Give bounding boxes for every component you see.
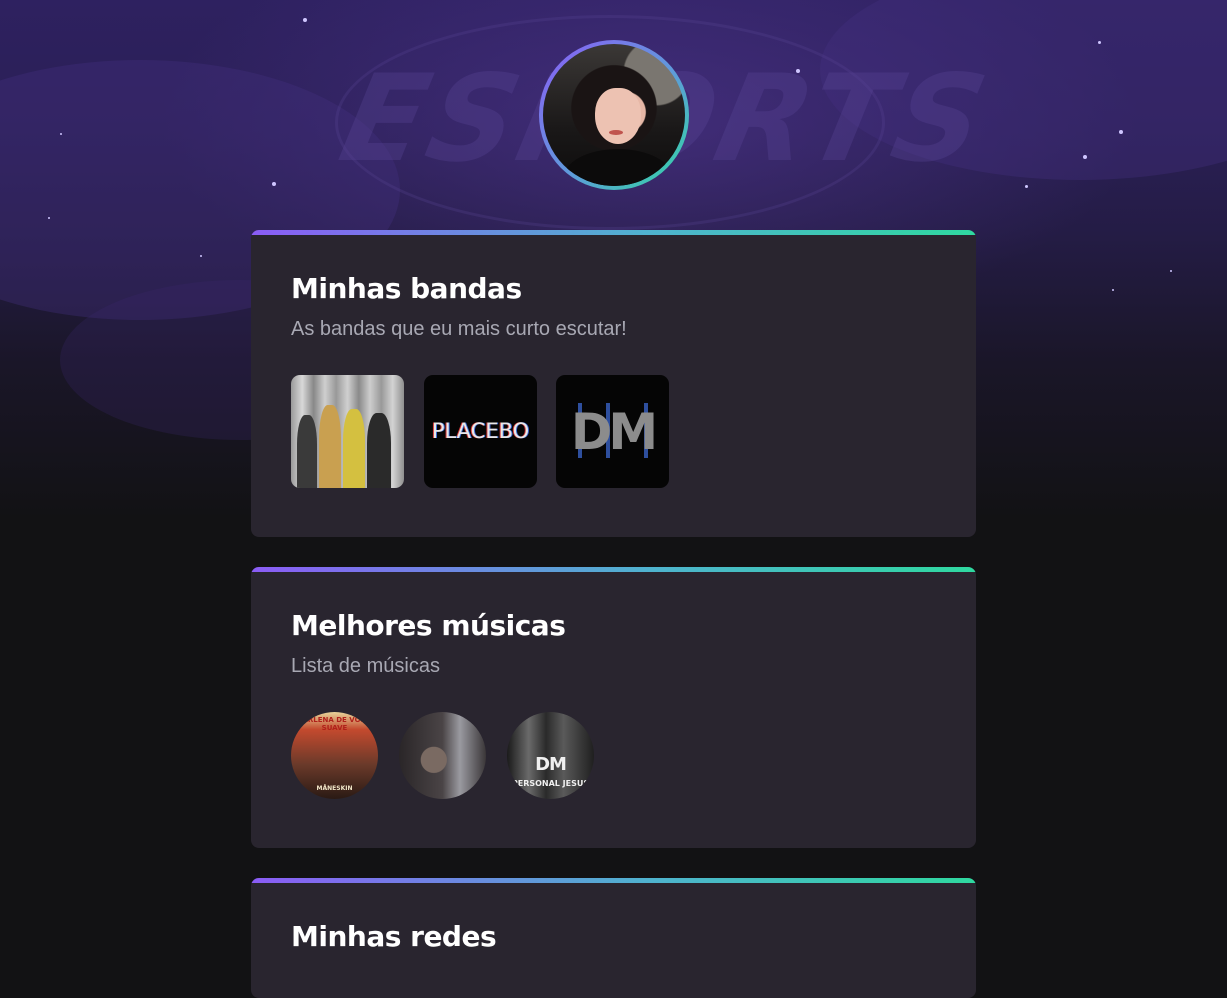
placebo-song-cover[interactable] [399,712,486,799]
placebo-logo-text: PLACEBO [431,419,530,443]
song-cover-caption: PERSONAL JESUS [511,779,590,788]
star [1098,41,1101,44]
avatar-face [595,88,641,144]
band-member [343,409,365,488]
placebo-logo[interactable]: PLACEBO [424,375,537,488]
star [303,18,307,22]
star [272,182,276,186]
social-card: Minhas redes [251,878,976,998]
maneskin-song-cover[interactable]: MARLENA DE VOLTA SUAVE MÅNESKIN [291,712,378,799]
depeche-mode-logo[interactable]: DM [556,375,669,488]
avatar-shirt [563,149,673,186]
song-cover-logo: DM [535,754,567,775]
maneskin-band-photo[interactable] [291,375,404,488]
star [60,133,62,135]
depeche-mode-logo-text: DM [570,403,658,461]
song-cover-artist: MÅNESKIN [316,785,353,792]
star [1112,289,1114,291]
bands-card: Minhas bandas As bandas que eu mais curt… [251,230,976,537]
band-member [297,415,317,488]
songs-card: Melhores músicas Lista de músicas MARLEN… [251,567,976,848]
star [1119,130,1123,134]
star [1170,270,1172,272]
bands-subtitle: As bandas que eu mais curto escutar! [291,318,627,340]
star [200,255,202,257]
songs-title: Melhores músicas [291,609,566,642]
star [1083,155,1087,159]
song-cover-title: MARLENA DE VOLTA SUAVE [295,716,374,732]
bands-title: Minhas bandas [291,272,522,305]
social-title: Minhas redes [291,920,497,953]
avatar-ring [539,40,689,190]
avatar-lips [609,130,623,135]
depeche-mode-song-cover[interactable]: DM PERSONAL JESUS [507,712,594,799]
star [1025,185,1028,188]
band-member [367,413,391,488]
star [796,69,800,73]
songs-subtitle: Lista de músicas [291,655,440,677]
band-member [319,405,341,488]
star [48,217,50,219]
avatar [543,44,685,186]
